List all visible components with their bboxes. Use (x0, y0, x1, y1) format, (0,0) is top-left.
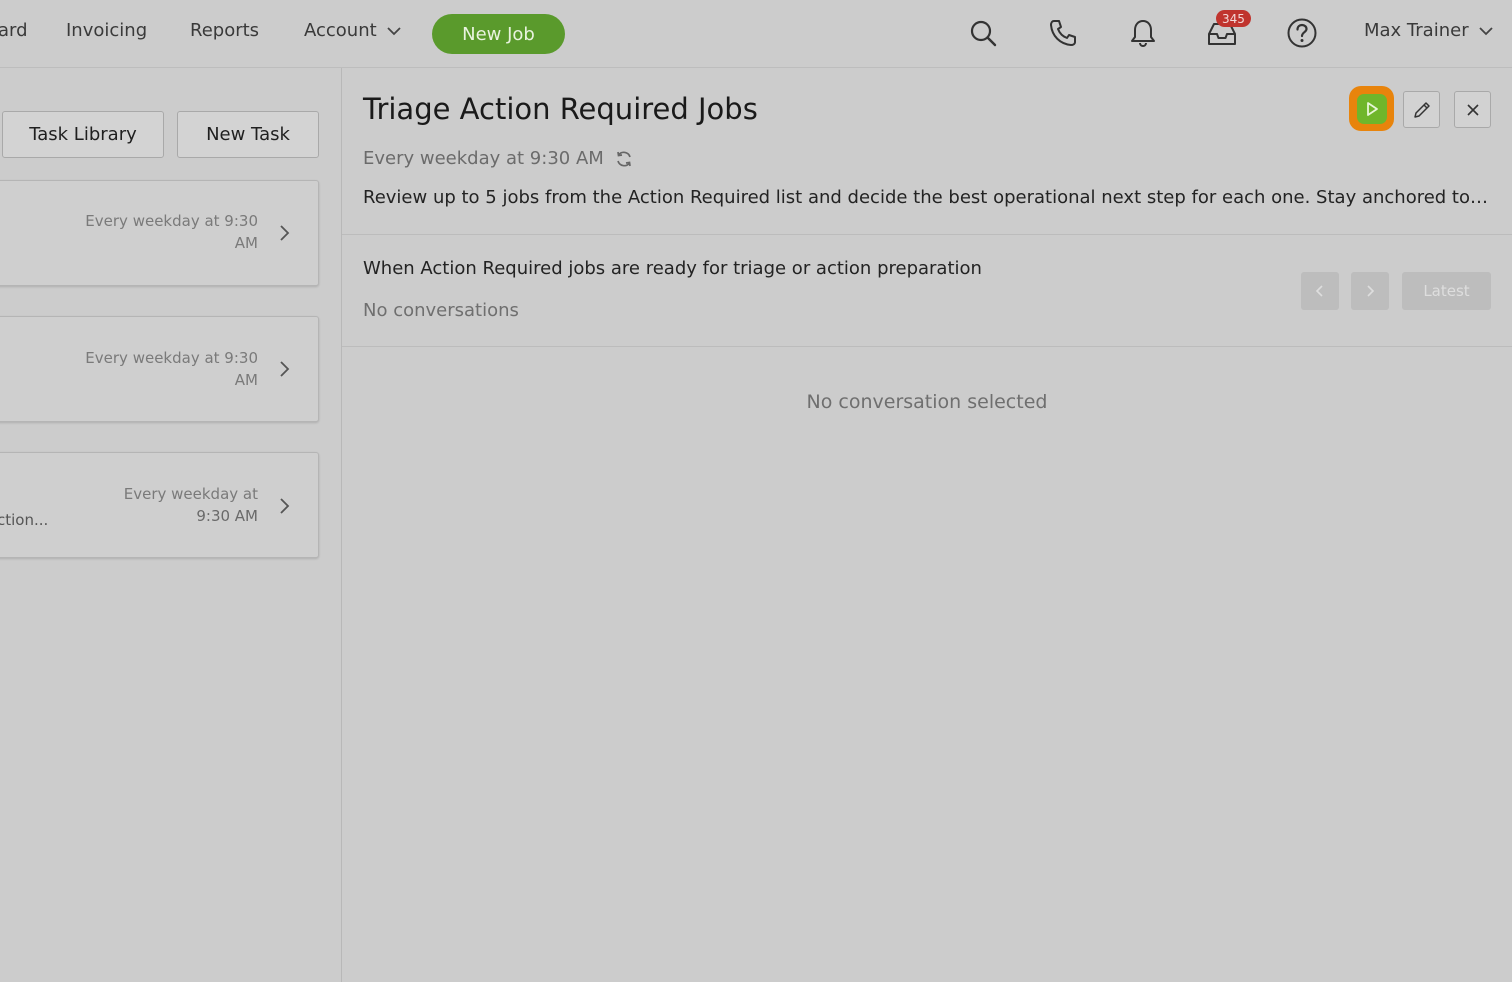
close-icon (1466, 103, 1479, 116)
task-card-schedule: Every weekday at 9:30 AM (85, 210, 258, 254)
edit-task-button[interactable] (1403, 91, 1440, 128)
chevron-right-icon (280, 225, 290, 241)
task-card-schedule-line2: AM (234, 234, 258, 252)
nav-invoicing[interactable]: Invoicing (66, 20, 147, 41)
task-description: Review up to 5 jobs from the Action Requ… (363, 187, 1488, 208)
new-job-button[interactable]: New Job (432, 14, 565, 54)
task-card-schedule: Every weekday at 9:30 AM (124, 483, 258, 527)
inbox-count-badge: 345 (1216, 10, 1251, 27)
new-task-button[interactable]: New Task (177, 111, 319, 158)
chevron-down-icon (1478, 26, 1493, 35)
phone-icon[interactable] (1046, 16, 1080, 50)
chevron-right-icon (280, 498, 290, 514)
task-card[interactable]: Every weekday at 9:30 AM (0, 316, 319, 422)
nav-account-label: Account (304, 20, 377, 41)
section-divider (342, 234, 1512, 235)
task-card-schedule-line1: Every weekday at 9:30 (85, 349, 258, 367)
task-library-button[interactable]: Task Library (2, 111, 164, 158)
task-card-schedule: Every weekday at 9:30 AM (85, 347, 258, 391)
help-icon[interactable] (1285, 16, 1319, 50)
task-card-schedule-line2: 9:30 AM (196, 507, 258, 525)
task-card[interactable]: Every weekday at 9:30 AM (0, 180, 319, 286)
task-card-schedule-line1: Every weekday at 9:30 (85, 212, 258, 230)
task-card-schedule-line1: Every weekday at (123, 485, 258, 503)
task-schedule: Every weekday at 9:30 AM (363, 148, 634, 169)
task-card-schedule-line2: AM (234, 371, 258, 389)
top-navigation-bar: ard Invoicing Reports Account New Job 34… (0, 0, 1512, 68)
task-trigger: When Action Required jobs are ready for … (363, 258, 982, 279)
task-card-name: ction... (0, 511, 49, 529)
chevron-left-icon (1315, 285, 1323, 297)
task-card[interactable]: ction... Every weekday at 9:30 AM (0, 452, 319, 558)
user-name: Max Trainer (1364, 20, 1469, 41)
task-schedule-text: Every weekday at 9:30 AM (363, 148, 604, 169)
pencil-icon (1413, 101, 1430, 118)
previous-conversation-button[interactable] (1301, 272, 1339, 310)
chevron-right-icon (280, 361, 290, 377)
play-icon (1366, 101, 1378, 116)
empty-state-message: No conversation selected (806, 391, 1048, 413)
chevron-down-icon (387, 26, 401, 35)
refresh-icon (616, 150, 631, 167)
nav-reports[interactable]: Reports (190, 20, 259, 41)
task-title: Triage Action Required Jobs (363, 92, 758, 126)
close-button[interactable] (1454, 91, 1491, 128)
nav-account[interactable]: Account (304, 20, 403, 41)
latest-conversation-button[interactable]: Latest (1402, 272, 1491, 310)
run-task-button[interactable] (1349, 86, 1394, 131)
conversations-status: No conversations (363, 300, 519, 321)
next-conversation-button[interactable] (1351, 272, 1389, 310)
bell-icon[interactable] (1126, 16, 1160, 50)
search-icon[interactable] (966, 16, 1000, 50)
nav-dashboard[interactable]: ard (0, 20, 28, 41)
user-menu[interactable]: Max Trainer (1364, 20, 1495, 41)
chevron-right-icon (1367, 285, 1375, 297)
section-divider (342, 346, 1512, 347)
